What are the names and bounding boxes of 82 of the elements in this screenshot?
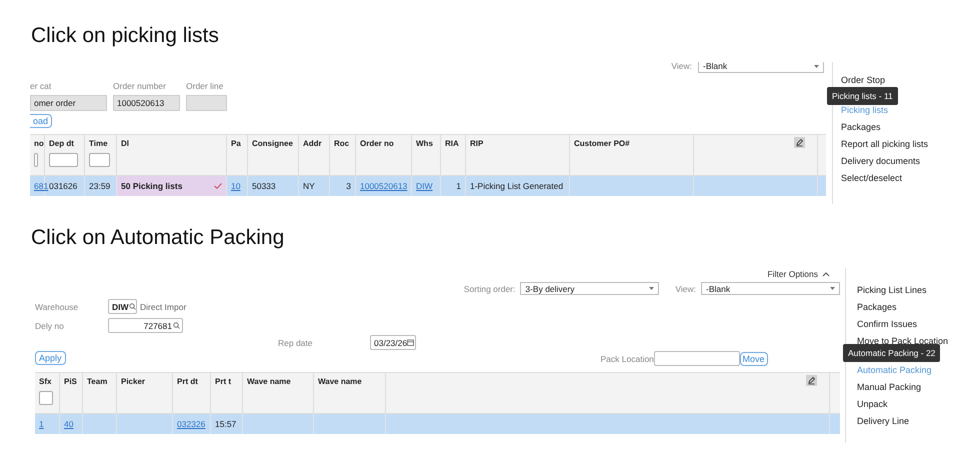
- column-header: Order no: [360, 139, 395, 148]
- rep-date-field[interactable]: 03/23/26: [370, 335, 416, 350]
- column-header: Sfx: [39, 377, 52, 386]
- column-header: Wave name: [247, 377, 292, 386]
- tooltip: Automatic Packing - 22: [843, 344, 940, 362]
- column-header: Whs: [416, 139, 434, 148]
- menu-item[interactable]: Picking List Lines: [857, 282, 957, 299]
- table-cell: NY: [303, 181, 315, 191]
- column-header: Prt dt: [177, 377, 199, 386]
- tooltip: Picking lists - 11: [827, 87, 898, 105]
- menu-item[interactable]: Manual Packing: [857, 379, 957, 396]
- view-select[interactable]: -Blank: [698, 62, 824, 72]
- view-label: View:: [675, 284, 696, 294]
- table-cell: 1-Picking List Generated: [470, 181, 564, 191]
- dropdown-caret-icon: [830, 287, 835, 290]
- column-header: Wave name: [318, 377, 363, 386]
- pack-location-label: Pack Location: [600, 354, 654, 364]
- warehouse-description: Direct Impor: [140, 302, 186, 312]
- view-select[interactable]: -Blank: [701, 282, 840, 295]
- load-button[interactable]: oad: [30, 114, 52, 128]
- column-header: Team: [87, 377, 108, 386]
- menu-item[interactable]: Packages: [857, 299, 957, 316]
- table-cell: 50 Picking lists: [121, 181, 182, 191]
- edit-icon[interactable]: [806, 375, 817, 386]
- table-cell: 1: [456, 181, 461, 191]
- column-header: RIA: [445, 139, 460, 148]
- move-button[interactable]: Move: [740, 352, 768, 366]
- input-field[interactable]: 1000520613: [113, 95, 180, 111]
- column-header: Picker: [121, 377, 146, 386]
- table-cell: 3: [346, 181, 351, 191]
- table-cell: 23:59: [89, 181, 110, 191]
- menu-item[interactable]: Delivery Line: [857, 413, 957, 430]
- column-header: Customer PO#: [574, 139, 631, 148]
- apply-button[interactable]: Apply: [35, 351, 66, 365]
- menu-item[interactable]: Report all picking lists: [841, 136, 941, 153]
- column-header: RIP: [470, 139, 484, 148]
- warehouse-label: Warehouse: [35, 302, 80, 312]
- step-heading: Click on Automatic Packing: [31, 226, 286, 250]
- field-label: Order number: [113, 81, 167, 91]
- filter-field[interactable]: [34, 153, 38, 167]
- column-header: PiS: [64, 377, 78, 386]
- warehouse-field[interactable]: DIW: [108, 299, 137, 314]
- column-header: Dl: [121, 139, 130, 148]
- menu-item[interactable]: Packages: [841, 119, 941, 136]
- column-header: Time: [89, 139, 109, 148]
- column-header: Pa: [231, 139, 242, 148]
- field-label: er cat: [30, 81, 52, 91]
- dropdown-caret-icon: [649, 287, 654, 290]
- menu-item[interactable]: Select/deselect: [841, 170, 941, 187]
- delivery-number-field[interactable]: 727681: [108, 318, 183, 333]
- calendar-icon: [407, 339, 414, 346]
- step-heading: Click on picking lists: [31, 24, 220, 48]
- edit-icon[interactable]: [794, 137, 805, 148]
- column-header: Consignee: [252, 139, 294, 148]
- sorting-order-select[interactable]: 3-By delivery: [520, 282, 660, 295]
- column-header: Roc: [334, 139, 350, 148]
- menu-item[interactable]: Unpack: [857, 396, 957, 413]
- filter-field[interactable]: [49, 153, 78, 167]
- view-label: View:: [671, 62, 692, 71]
- column-header: Prt t: [215, 377, 232, 386]
- pack-location-field[interactable]: [654, 351, 740, 366]
- column-header: Addr: [303, 139, 323, 148]
- menu-item[interactable]: Confirm Issues: [857, 316, 957, 333]
- table-cell: 15:57: [215, 419, 236, 429]
- rep-date-label: Rep date: [278, 338, 314, 348]
- sorting-order-label: Sorting order:: [464, 284, 516, 294]
- menu-item[interactable]: Order Stop: [841, 72, 941, 89]
- filter-field[interactable]: [39, 391, 53, 405]
- filter-field[interactable]: [89, 153, 110, 167]
- table-cell: 50333: [252, 181, 276, 191]
- input-field[interactable]: [186, 95, 227, 111]
- column-header: Dep dt: [49, 139, 75, 148]
- search-icon: [128, 303, 136, 310]
- delivery-number-label: Dely no: [35, 320, 65, 330]
- chevron-up-icon: [822, 271, 830, 277]
- input-field[interactable]: omer order: [30, 95, 107, 111]
- search-icon: [173, 322, 180, 329]
- menu-item[interactable]: Delivery documents: [841, 153, 941, 170]
- filter-options-toggle[interactable]: Filter Options: [767, 268, 830, 280]
- field-label: Order line: [186, 81, 224, 91]
- table-cell: 031626: [49, 181, 78, 191]
- dropdown-caret-icon: [814, 64, 819, 68]
